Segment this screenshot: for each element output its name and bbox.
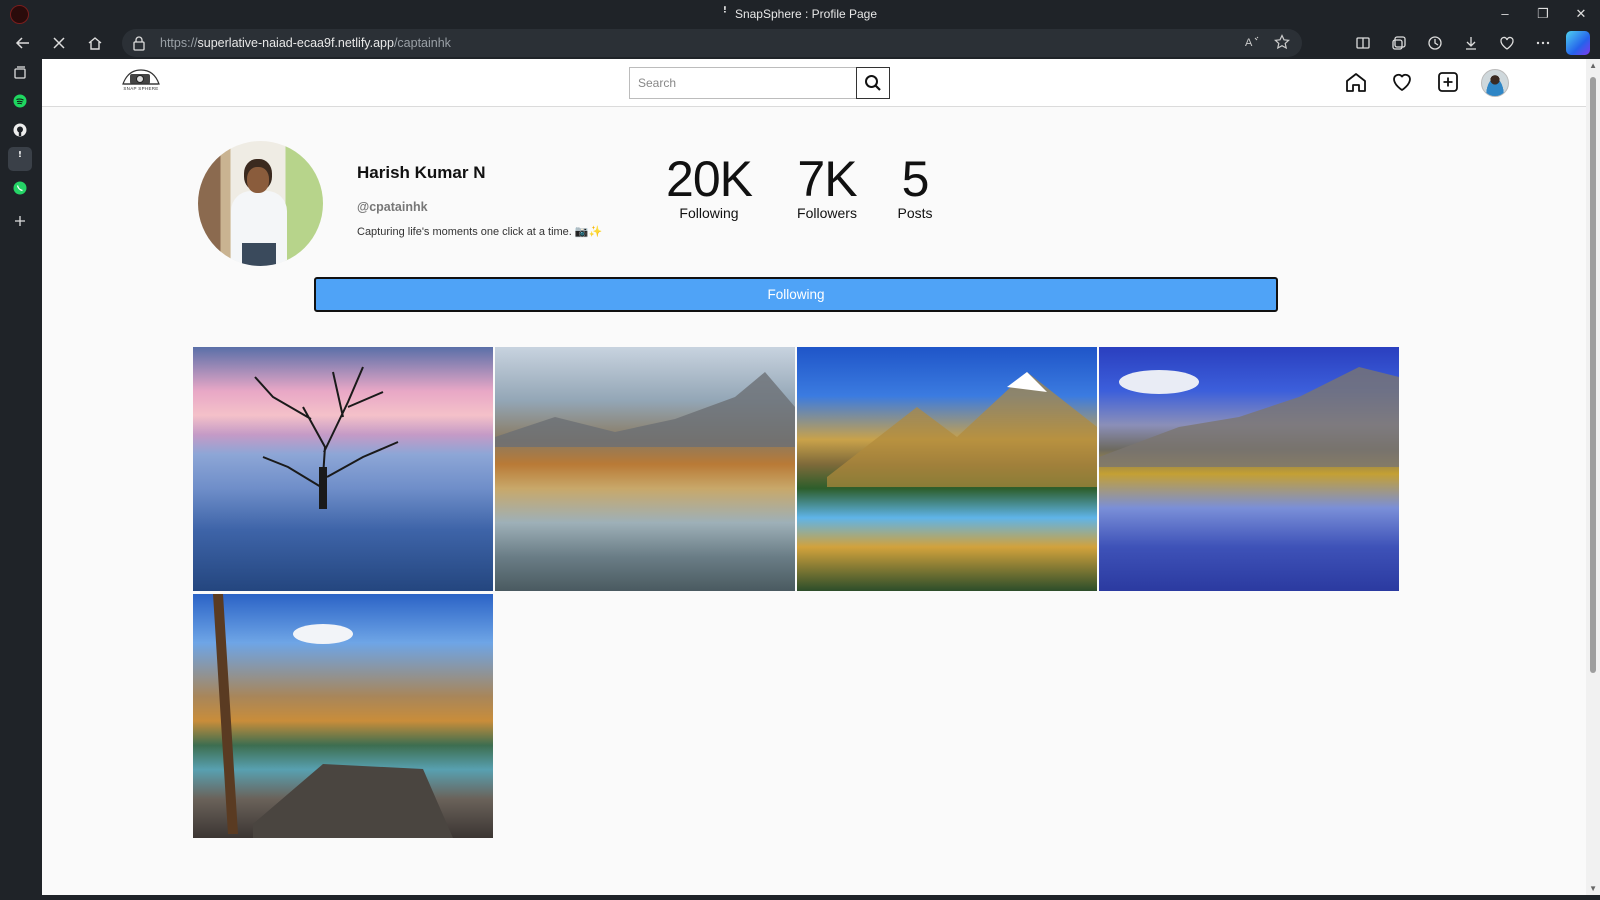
lock-icon[interactable]: [132, 35, 146, 51]
post-thumbnail[interactable]: [495, 347, 795, 591]
post-thumbnail[interactable]: [1099, 347, 1399, 591]
collections-icon: [1392, 36, 1406, 50]
stat-followers-label: Followers: [797, 205, 857, 221]
stat-posts-count: 5: [901, 151, 930, 207]
home-icon: [88, 37, 102, 50]
likes-nav-button[interactable]: [1389, 69, 1415, 95]
logo-text: SNAP SPHERE: [123, 86, 159, 91]
minimize-button[interactable]: –: [1486, 0, 1524, 27]
snapsphere-tab[interactable]: ꜝ: [8, 147, 32, 171]
heart-icon: [1393, 73, 1411, 91]
back-button[interactable]: [10, 31, 36, 55]
spotify-tab[interactable]: [8, 89, 32, 113]
site-logo[interactable]: SNAP SPHERE: [120, 67, 162, 93]
page-viewport: SNAP SPHERE Harish Kumar N @cpatainhk Ca…: [42, 59, 1600, 895]
tabs-icon: [14, 66, 26, 79]
restore-button[interactable]: ❐: [1524, 0, 1562, 27]
mountain-peak-photo: [827, 372, 1097, 487]
add-tab-button[interactable]: [8, 209, 32, 233]
profile-picture: [198, 141, 323, 266]
collections-button[interactable]: [1386, 31, 1412, 55]
home-icon: [1346, 73, 1366, 92]
camera-logo-icon: [122, 69, 160, 85]
search-input[interactable]: [629, 67, 856, 99]
svg-text:A: A: [1245, 37, 1253, 49]
stat-posts-label: Posts: [897, 205, 933, 221]
snapsphere-favicon-icon: ꜝ: [18, 153, 22, 165]
history-button[interactable]: [1422, 31, 1448, 55]
browser-sidebar: ꜝ: [0, 59, 42, 900]
scroll-down-icon[interactable]: ▼: [1589, 884, 1597, 893]
stat-following[interactable]: 20K Following: [659, 151, 759, 221]
back-arrow-icon: [15, 37, 29, 49]
plus-icon: [15, 216, 25, 226]
scrollbar[interactable]: ▲ ▼: [1586, 59, 1600, 895]
scroll-up-icon[interactable]: ▲: [1589, 61, 1597, 70]
search-icon: [865, 75, 881, 91]
profile-handle: @cpatainhk: [357, 200, 428, 214]
create-post-button[interactable]: [1435, 69, 1461, 95]
github-icon: [13, 123, 27, 137]
profile-bio: Capturing life's moments one click at a …: [357, 226, 603, 238]
read-aloud-icon[interactable]: A: [1244, 34, 1260, 50]
heart-pulse-icon: [1500, 36, 1514, 50]
tree-photo: [254, 366, 399, 509]
split-screen-button[interactable]: [1350, 31, 1376, 55]
split-screen-icon: [1356, 37, 1370, 49]
github-tab[interactable]: [8, 118, 32, 142]
home-button[interactable]: [82, 31, 108, 55]
stop-loading-button[interactable]: [46, 31, 72, 55]
more-menu-button[interactable]: [1530, 31, 1556, 55]
whatsapp-icon: [13, 181, 27, 195]
larch-rock-photo: [213, 594, 453, 838]
url-text[interactable]: https://superlative-naiad-ecaa9f.netlify…: [160, 36, 451, 50]
more-dots-icon: [1536, 41, 1550, 45]
stat-posts[interactable]: 5 Posts: [890, 151, 940, 221]
close-icon: [53, 37, 65, 49]
search-button[interactable]: [856, 67, 890, 99]
stat-following-label: Following: [679, 205, 739, 221]
browser-toolbar: https://superlative-naiad-ecaa9f.netlify…: [0, 27, 1600, 59]
post-thumbnail[interactable]: [797, 347, 1097, 591]
scrollbar-thumb[interactable]: [1590, 77, 1596, 673]
whatsapp-tab[interactable]: [8, 176, 32, 200]
downloads-button[interactable]: [1458, 31, 1484, 55]
add-square-icon: [1438, 72, 1458, 92]
search-bar: [629, 67, 890, 99]
favorite-star-icon[interactable]: [1274, 34, 1290, 50]
browser-essentials-button[interactable]: [1494, 31, 1520, 55]
user-avatar[interactable]: [1481, 69, 1509, 97]
post-thumbnail[interactable]: [193, 594, 493, 838]
tab-actions-button[interactable]: [8, 61, 32, 85]
stat-following-count: 20K: [666, 151, 753, 207]
home-nav-button[interactable]: [1343, 69, 1369, 95]
stat-followers-count: 7K: [797, 151, 857, 207]
stat-followers[interactable]: 7K Followers: [786, 151, 868, 221]
close-window-button[interactable]: ✕: [1562, 0, 1600, 27]
spotify-icon: [13, 94, 27, 108]
window-titlebar: ꜝ SnapSphere : Profile Page – ❐ ✕: [0, 0, 1600, 27]
site-header: SNAP SPHERE: [42, 59, 1586, 107]
address-bar[interactable]: https://superlative-naiad-ecaa9f.netlify…: [122, 29, 1302, 57]
history-icon: [1428, 36, 1442, 50]
profile-name: Harish Kumar N: [357, 163, 486, 182]
reflection-lake-photo: [1099, 367, 1399, 467]
site-favicon-icon: ꜝ: [722, 7, 727, 21]
copilot-icon[interactable]: [1566, 31, 1590, 55]
download-icon: [1466, 37, 1476, 50]
following-button[interactable]: Following: [314, 277, 1278, 312]
window-title: ꜝ SnapSphere : Profile Page: [722, 7, 878, 21]
post-thumbnail[interactable]: [193, 347, 493, 591]
mountain-lake-photo: [495, 372, 795, 447]
